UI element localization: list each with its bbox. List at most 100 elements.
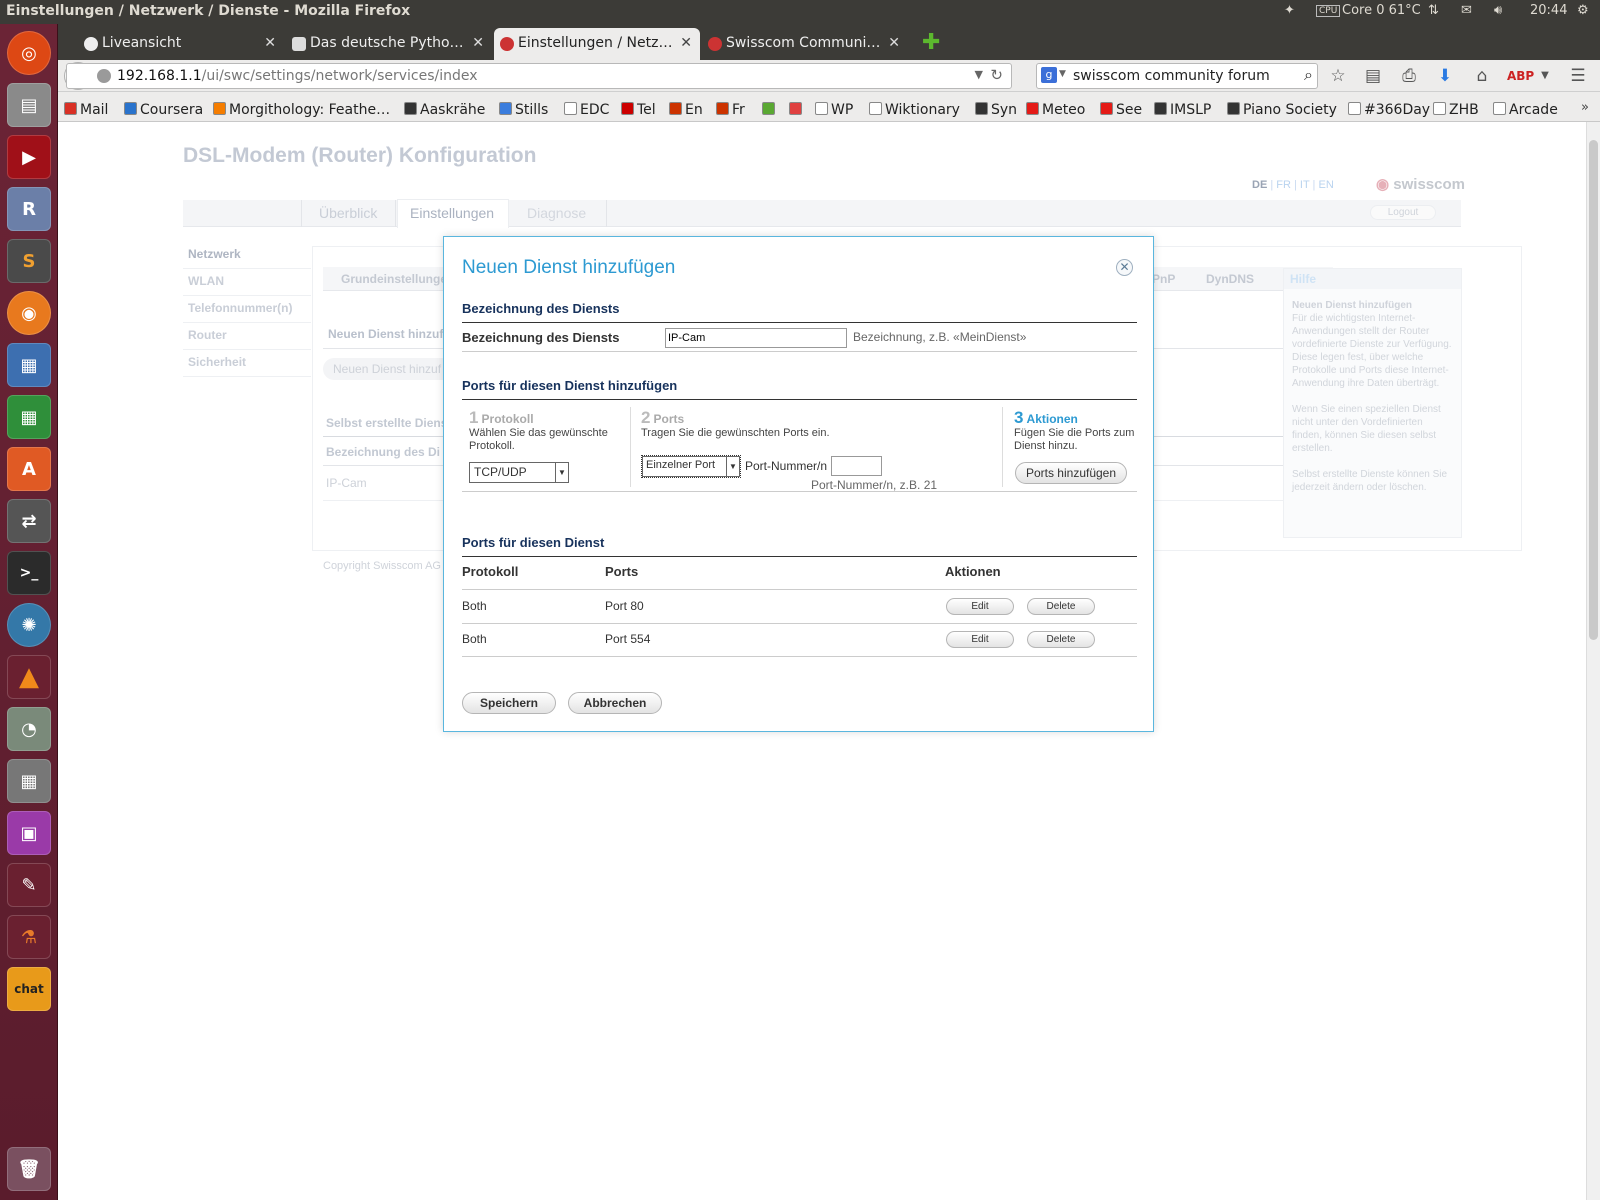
bookmark-item[interactable]: Piano Society (1227, 102, 1337, 118)
bookmark-item[interactable]: Mail (64, 102, 108, 118)
adblock-dropdown-icon[interactable]: ▼ (1534, 70, 1556, 92)
cpu-temp[interactable]: Core 0 61°C (1342, 3, 1421, 18)
subtab-dyndns[interactable]: DynDNS (1206, 272, 1254, 286)
bookmark-item[interactable]: EDC (564, 102, 609, 118)
bookmark-item[interactable]: Wiktionary (869, 102, 960, 118)
bookmarks-overflow-icon[interactable]: » (1581, 100, 1589, 115)
lang-it[interactable]: IT (1300, 179, 1310, 191)
bookmark-item[interactable]: Syn (975, 102, 1017, 118)
new-tab-plus-icon[interactable]: ✚ (922, 30, 940, 55)
bookmark-item[interactable]: En (669, 102, 703, 118)
close-tab-icon[interactable]: ✕ (888, 35, 900, 51)
chemistry-icon[interactable]: ⚗ (7, 915, 51, 959)
cancel-button[interactable]: Abbrechen (568, 692, 662, 714)
edit-button[interactable]: Edit (946, 631, 1014, 648)
logout-button[interactable]: Logout (1370, 205, 1436, 220)
ubuntu-dash-icon[interactable]: ◎ (7, 31, 51, 75)
tab-liveansicht[interactable]: Liveansicht ✕ (78, 28, 284, 60)
chat-icon[interactable]: chat (7, 967, 51, 1011)
search-field[interactable]: g ▼ swisscom community forum ⌕ (1036, 63, 1318, 89)
port-type-select[interactable]: Einzelner Port ▼ (641, 455, 741, 478)
close-tab-icon[interactable]: ✕ (472, 35, 484, 51)
save-button[interactable]: Speichern (462, 692, 556, 714)
delete-button[interactable]: Delete (1027, 631, 1095, 648)
bookmark-item[interactable]: Tel (621, 102, 656, 118)
port-number-input[interactable] (831, 456, 882, 476)
bookmark-item[interactable]: Meteo (1026, 102, 1085, 118)
close-tab-icon[interactable]: ✕ (680, 35, 692, 51)
search-icon[interactable]: ⌕ (1304, 65, 1313, 85)
bookmark-item[interactable]: Stills (499, 102, 548, 118)
bookmark-item[interactable]: Arcade (1493, 102, 1558, 118)
sidebar-item-telefonnummern[interactable]: Telefonnummer(n) (183, 296, 311, 323)
firefox-icon[interactable]: ◉ (7, 291, 51, 335)
bookmark-item[interactable]: Morgithology: Feathe… (213, 102, 390, 118)
downloads-icon[interactable]: ⬇ (1434, 66, 1456, 88)
sidebar-item-wlan[interactable]: WLAN (183, 269, 311, 296)
close-icon[interactable]: ✕ (1116, 259, 1133, 276)
menu-hamburger-icon[interactable]: ☰ (1567, 66, 1589, 88)
files-icon[interactable]: ▤ (7, 83, 51, 127)
bookmark-item[interactable]: Aaskrähe (404, 102, 485, 118)
search-engine-dropdown-icon[interactable]: ▼ (1059, 69, 1066, 79)
mail-icon[interactable]: ✉ (1461, 3, 1472, 18)
terminal-icon[interactable]: >_ (7, 551, 51, 595)
url-dropdown-icon[interactable]: ▼ (975, 68, 983, 81)
network-tool-icon[interactable]: ✺ (7, 603, 51, 647)
page-scrollbar[interactable] (1586, 122, 1600, 1200)
bookmark-star-icon[interactable]: ☆ (1327, 66, 1349, 88)
spreadsheet-icon[interactable]: ▦ (7, 395, 51, 439)
trash-icon[interactable]: 🗑︎ (7, 1147, 51, 1191)
subtab-upnp[interactable]: PnP (1152, 272, 1175, 286)
workspace-switcher-icon[interactable]: ▣ (7, 811, 51, 855)
software-center-icon[interactable]: A (7, 447, 51, 491)
volume-icon[interactable]: 🔊︎ (1494, 3, 1502, 18)
bookmark-item[interactable]: Fr (716, 102, 745, 118)
bookmark-item[interactable]: WP (815, 102, 853, 118)
tab-einstellungen[interactable]: Einstellungen / Netz… ✕ (494, 28, 700, 60)
disk-usage-icon[interactable]: ◔ (7, 707, 51, 751)
lang-fr[interactable]: FR (1276, 179, 1291, 191)
scrollbar-thumb[interactable] (1589, 140, 1598, 640)
bookmark-item[interactable] (789, 102, 805, 118)
subtab-grundeinstellungen[interactable]: Grundeinstellungen (341, 272, 454, 286)
clock[interactable]: 20:44 (1530, 3, 1567, 18)
adblock-icon[interactable]: ABP (1507, 69, 1534, 91)
reading-list-icon[interactable]: ▤ (1362, 66, 1384, 88)
sublime-text-icon[interactable]: S (7, 239, 51, 283)
vlc-icon[interactable]: ▲ (7, 655, 51, 699)
sidebar-item-router[interactable]: Router (183, 323, 311, 350)
bookmark-item[interactable] (762, 102, 778, 118)
bookmark-item[interactable]: ZHB (1433, 102, 1479, 118)
lang-en[interactable]: EN (1318, 179, 1333, 191)
video-editor-icon[interactable]: ▶ (7, 135, 51, 179)
r-language-icon[interactable]: R (7, 187, 51, 231)
bookmark-item[interactable]: See (1100, 102, 1142, 118)
close-tab-icon[interactable]: ✕ (264, 35, 276, 51)
sidebar-item-netzwerk[interactable]: Netzwerk (183, 242, 311, 269)
tab-ueberblick[interactable]: Überblick (319, 205, 377, 221)
file-transfer-icon[interactable]: ⇄ (7, 499, 51, 543)
tab-python-forum[interactable]: Das deutsche Pytho… ✕ (286, 28, 492, 60)
dropbox-icon[interactable]: ✦ (1284, 3, 1295, 18)
google-icon[interactable]: g (1041, 67, 1057, 83)
calculator-icon[interactable]: ▦ (7, 759, 51, 803)
tab-diagnose[interactable]: Diagnose (527, 205, 586, 221)
sidebar-item-sicherheit[interactable]: Sicherheit (183, 350, 311, 377)
lang-de[interactable]: DE (1252, 179, 1267, 191)
add-ports-button[interactable]: Ports hinzufügen (1015, 462, 1127, 484)
bookmark-item[interactable]: #366Day (1348, 102, 1430, 118)
reload-icon[interactable]: ↻ (990, 66, 1003, 84)
url-field[interactable]: 192.168.1.1/ui/swc/settings/network/serv… (66, 63, 1012, 89)
network-icon[interactable]: ⇅ (1428, 3, 1439, 18)
tab-swisscom-community[interactable]: Swisscom Communi… ✕ (702, 28, 908, 60)
settings-gear-icon[interactable]: ⚙ (1577, 3, 1589, 18)
service-name-input[interactable] (665, 328, 847, 348)
protocol-select[interactable]: TCP/UDP ▼ (469, 462, 569, 483)
bookmark-item[interactable]: IMSLP (1154, 102, 1211, 118)
paint-icon[interactable]: ✎ (7, 863, 51, 907)
home-icon[interactable]: ⌂ (1471, 66, 1493, 88)
delete-button[interactable]: Delete (1027, 598, 1095, 615)
bookmark-item[interactable]: Coursera (124, 102, 203, 118)
edit-button[interactable]: Edit (946, 598, 1014, 615)
